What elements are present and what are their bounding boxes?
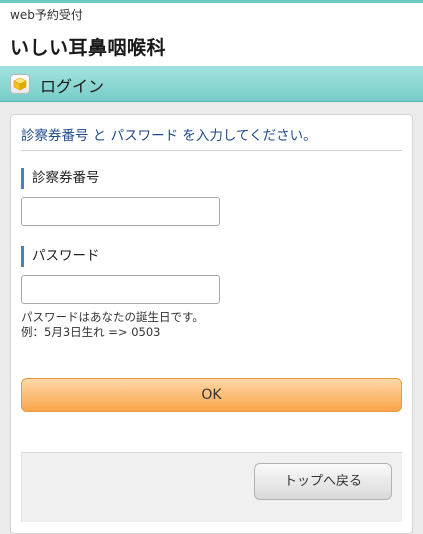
card-number-label: 診察券番号	[21, 168, 100, 189]
card-number-input[interactable]	[21, 197, 220, 226]
ok-button[interactable]: OK	[21, 378, 402, 412]
site-subtitle: web予約受付	[10, 8, 83, 22]
cube-icon	[10, 74, 30, 94]
clinic-name: いしい耳鼻咽喉科	[10, 37, 167, 59]
password-hint: パスワードはあなたの誕生日です。 例：5月3日生れ => 0503	[21, 310, 204, 340]
section-title: ログイン	[40, 77, 105, 96]
instruction-text: 診察券番号 と パスワード を入力してください。	[21, 124, 402, 151]
password-label: パスワード	[21, 246, 100, 267]
site-header: web予約受付 いしい耳鼻咽喉科	[0, 3, 423, 66]
password-hint-line1: パスワードはあなたの誕生日です。	[21, 310, 204, 324]
password-hint-line2: 例：5月3日生れ => 0503	[21, 325, 161, 339]
password-input[interactable]	[21, 275, 220, 304]
panel-footer: トップへ戻る	[21, 452, 402, 522]
back-to-top-button[interactable]: トップへ戻る	[254, 463, 392, 500]
login-panel: 診察券番号 と パスワード を入力してください。 診察券番号 パスワード パスワ…	[10, 114, 413, 534]
section-header: ログイン	[0, 66, 423, 102]
